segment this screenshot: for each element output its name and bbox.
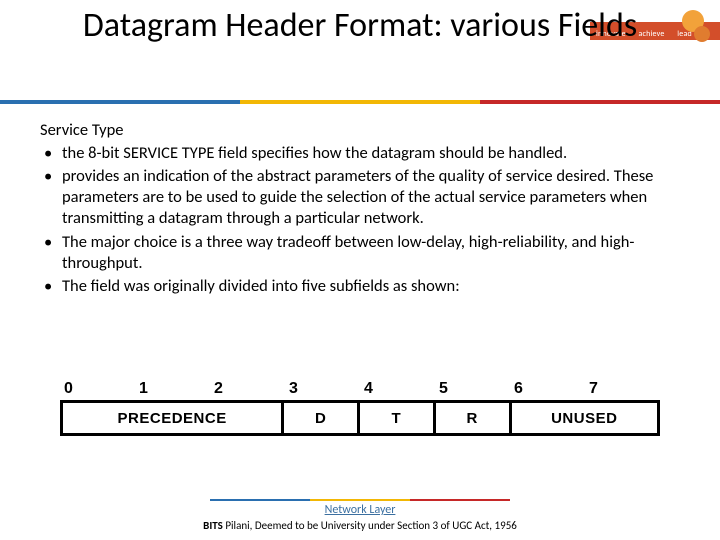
list-item: provides an indication of the abstract p…	[40, 166, 680, 229]
bullet-list: the 8-bit SERVICE TYPE field specifies h…	[40, 143, 680, 297]
bit-index: 2	[210, 380, 285, 398]
list-item: The major choice is a three way tradeoff…	[40, 232, 680, 274]
footer-divider	[210, 499, 510, 501]
footer-link[interactable]: Network Layer	[0, 503, 720, 517]
bit-index-row: 0 1 2 3 4 5 6 7	[60, 380, 660, 398]
list-item: the 8-bit SERVICE TYPE field specifies h…	[40, 143, 680, 164]
field-d: D	[284, 403, 360, 433]
list-item: The field was originally divided into fi…	[40, 276, 680, 297]
footer-credit-bold: BITS	[203, 519, 223, 532]
field-unused: UNUSED	[512, 403, 658, 433]
bitfield-diagram: 0 1 2 3 4 5 6 7 PRECEDENCE D T R UNUSED	[60, 380, 660, 436]
field-precedence: PRECEDENCE	[63, 403, 284, 433]
footer-credit-rest: Pilani, Deemed to be University under Se…	[223, 519, 517, 532]
bit-index: 5	[435, 380, 510, 398]
field-row: PRECEDENCE D T R UNUSED	[60, 400, 660, 436]
footer-credit: BITS Pilani, Deemed to be University und…	[0, 519, 720, 532]
bit-index: 0	[60, 380, 135, 398]
body-text: Service Type the 8-bit SERVICE TYPE fiel…	[40, 120, 680, 299]
field-r: R	[436, 403, 512, 433]
bit-index: 3	[285, 380, 360, 398]
bit-index: 4	[360, 380, 435, 398]
bit-index: 7	[585, 380, 660, 398]
title-divider	[0, 100, 720, 104]
slide-title: Datagram Header Format: various Fields	[0, 6, 720, 45]
bit-index: 6	[510, 380, 585, 398]
bit-index: 1	[135, 380, 210, 398]
subheading: Service Type	[40, 120, 680, 141]
field-t: T	[360, 403, 436, 433]
slide-footer: Network Layer BITS Pilani, Deemed to be …	[0, 499, 720, 532]
